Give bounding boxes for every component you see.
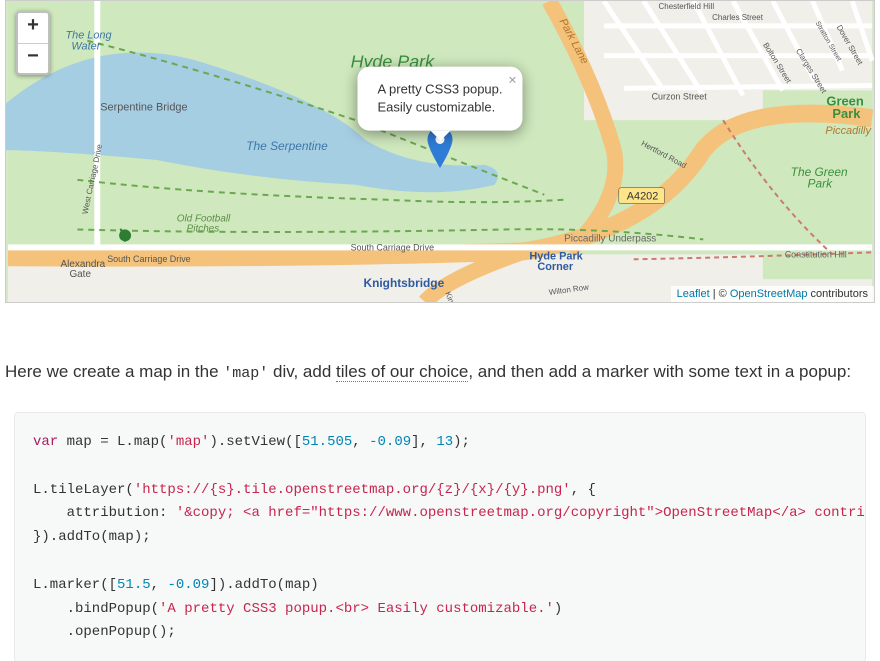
label-constitution: Constitution Hill <box>785 249 847 259</box>
zoom-in-button[interactable]: + <box>18 13 48 43</box>
label-curzon: Curzon Street <box>652 91 708 101</box>
label-piccadilly-underpass: Piccadilly Underpass <box>564 233 656 244</box>
popup-tip <box>430 131 450 141</box>
popup-text-line1: A pretty CSS3 popup. <box>377 82 502 97</box>
attribution-osm-link[interactable]: OpenStreetMap <box>730 288 808 300</box>
popup-close-button[interactable]: × <box>508 71 516 91</box>
attribution-sep: | © <box>710 288 730 300</box>
popup-text-line2: Easily customizable. <box>377 100 495 115</box>
code-example: var map = L.map('map').setView([51.505, … <box>14 412 866 661</box>
zoom-out-button[interactable]: − <box>18 43 48 73</box>
description-paragraph: Here we create a map in the 'map' div, a… <box>5 358 875 386</box>
label-serpentine-bridge: Serpentine Bridge <box>100 101 187 113</box>
label-south-carriage-drive2: South Carriage Drive <box>351 242 434 252</box>
map-popup: × A pretty CSS3 popup. Easily customizab… <box>357 67 522 131</box>
attribution-tail: contributors <box>807 288 868 300</box>
label-charles: Charles Street <box>712 13 764 22</box>
desc-text-2: div, add <box>268 362 336 381</box>
attribution-leaflet-link[interactable]: Leaflet <box>677 288 710 300</box>
map-attribution: Leaflet | © OpenStreetMap contributors <box>671 286 874 302</box>
label-green-park: GreenPark <box>826 93 863 121</box>
desc-text-3: , and then add a marker with some text i… <box>468 362 851 381</box>
label-south-carriage-drive: South Carriage Drive <box>107 254 190 264</box>
tiles-link[interactable]: tiles of our choice <box>336 362 468 382</box>
label-knightsbridge: Knightsbridge <box>364 276 445 290</box>
label-serpentine: The Serpentine <box>246 139 328 153</box>
label-piccadilly: Piccadilly <box>825 125 871 137</box>
desc-code-map: 'map' <box>223 365 268 382</box>
label-a4202: A4202 <box>627 191 659 203</box>
desc-text-1: Here we create a map in the <box>5 362 223 381</box>
zoom-control: + − <box>16 11 50 75</box>
map-container[interactable]: Hyde Park The Serpentine Serpentine Brid… <box>5 0 875 303</box>
label-chesterfield: Chesterfield Hill <box>659 2 715 11</box>
